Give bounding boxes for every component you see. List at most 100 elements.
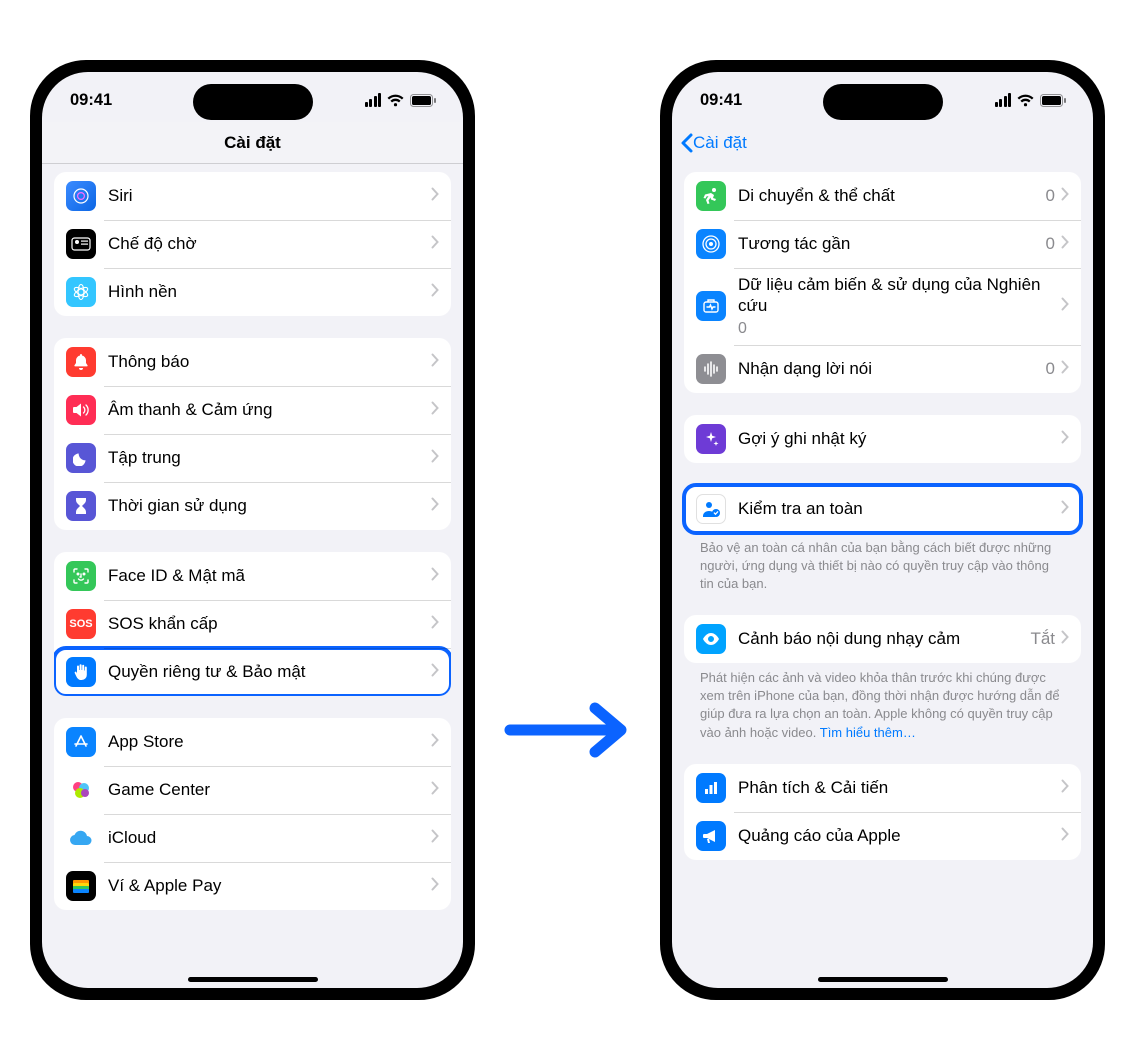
nav-bar: Cài đặt (42, 122, 463, 164)
learn-more-link[interactable]: Tìm hiểu thêm… (820, 725, 916, 740)
home-indicator[interactable] (818, 977, 948, 982)
chevron-right-icon (431, 282, 439, 302)
sos-icon: SOS (66, 609, 96, 639)
row-label: Dữ liệu cảm biến & sử dụng của Nghiên cứ… (738, 274, 1061, 339)
privacy-list-right[interactable]: Di chuyển & thể chất 0 Tương tác gần 0 D… (672, 164, 1093, 988)
chevron-right-icon (431, 400, 439, 420)
row-analytics[interactable]: Phân tích & Cải tiến (684, 764, 1081, 812)
phone-right: 09:41 Cài đặt Di chuyển & thể chất 0 (660, 60, 1105, 1000)
row-label: Chế độ chờ (108, 233, 431, 254)
row-sounds[interactable]: Âm thanh & Cảm ứng (54, 386, 451, 434)
home-indicator[interactable] (188, 977, 318, 982)
chart-icon (696, 773, 726, 803)
row-faceid[interactable]: Face ID & Mật mã (54, 552, 451, 600)
cellular-icon (365, 93, 382, 107)
chevron-right-icon (431, 662, 439, 682)
row-label: Quảng cáo của Apple (738, 825, 1061, 846)
research-icon (696, 291, 726, 321)
settings-list-left[interactable]: Siri Chế độ chờ Hình nền Thông báo (42, 164, 463, 988)
chevron-right-icon (431, 876, 439, 896)
row-sos[interactable]: SOS SOS khẩn cấp (54, 600, 451, 648)
privacy-group: Phân tích & Cải tiến Quảng cáo của Apple (684, 764, 1081, 860)
chevron-right-icon (1061, 826, 1069, 846)
group-footer: Bảo vệ an toàn cá nhân của bạn bằng cách… (684, 533, 1081, 594)
row-label: Tập trung (108, 447, 431, 468)
chevron-right-icon (431, 780, 439, 800)
row-standby[interactable]: Chế độ chờ (54, 220, 451, 268)
person-check-icon (696, 494, 726, 524)
row-label: Cảnh báo nội dung nhạy cảm (738, 628, 1030, 649)
row-research[interactable]: Dữ liệu cảm biến & sử dụng của Nghiên cứ… (684, 268, 1081, 345)
nav-bar: Cài đặt (672, 122, 1093, 164)
chevron-right-icon (431, 234, 439, 254)
chevron-right-icon (1061, 234, 1069, 254)
row-label: Nhận dạng lời nói (738, 358, 1046, 379)
row-notifications[interactable]: Thông báo (54, 338, 451, 386)
row-safety-check[interactable]: Kiểm tra an toàn (684, 485, 1081, 533)
row-motion[interactable]: Di chuyển & thể chất 0 (684, 172, 1081, 220)
screen-right: 09:41 Cài đặt Di chuyển & thể chất 0 (672, 72, 1093, 988)
waveform-icon (696, 354, 726, 384)
screen-left: 09:41 Cài đặt Siri Chế độ chờ (42, 72, 463, 988)
speaker-icon (66, 395, 96, 425)
row-detail: 0 (1046, 359, 1055, 379)
phone-left: 09:41 Cài đặt Siri Chế độ chờ (30, 60, 475, 1000)
nearby-icon (696, 229, 726, 259)
row-ads[interactable]: Quảng cáo của Apple (684, 812, 1081, 860)
row-detail: Tắt (1030, 629, 1055, 649)
privacy-group: Di chuyển & thể chất 0 Tương tác gần 0 D… (684, 172, 1081, 393)
row-gamecenter[interactable]: Game Center (54, 766, 451, 814)
row-speech[interactable]: Nhận dạng lời nói 0 (684, 345, 1081, 393)
row-nearby[interactable]: Tương tác gần 0 (684, 220, 1081, 268)
row-label: Thời gian sử dụng (108, 495, 431, 516)
row-screentime[interactable]: Thời gian sử dụng (54, 482, 451, 530)
row-label: App Store (108, 731, 431, 752)
row-label: Game Center (108, 779, 431, 800)
row-label: Ví & Apple Pay (108, 875, 431, 896)
row-label: Âm thanh & Cảm ứng (108, 399, 431, 420)
row-journal[interactable]: Gợi ý ghi nhật ký (684, 415, 1081, 463)
chevron-right-icon (431, 828, 439, 848)
row-label: Hình nền (108, 281, 431, 302)
row-label: Face ID & Mật mã (108, 565, 431, 586)
hourglass-icon (66, 491, 96, 521)
row-label: Tương tác gần (738, 233, 1046, 254)
sparkle-icon (696, 424, 726, 454)
row-wallpaper[interactable]: Hình nền (54, 268, 451, 316)
chevron-right-icon (1061, 359, 1069, 379)
gamecenter-icon (66, 775, 96, 805)
moon-icon (66, 443, 96, 473)
privacy-group: Gợi ý ghi nhật ký (684, 415, 1081, 463)
row-label: SOS khẩn cấp (108, 613, 431, 634)
arrow-right-icon (500, 700, 640, 765)
chevron-right-icon (431, 448, 439, 468)
nav-title: Cài đặt (224, 133, 281, 153)
back-button[interactable]: Cài đặt (680, 132, 747, 154)
row-wallet[interactable]: Ví & Apple Pay (54, 862, 451, 910)
faceid-icon (66, 561, 96, 591)
settings-group: Thông báo Âm thanh & Cảm ứng Tập trung T… (54, 338, 451, 530)
dynamic-island (193, 84, 313, 120)
row-privacy[interactable]: Quyền riêng tư & Bảo mật (54, 648, 451, 696)
standby-icon (66, 229, 96, 259)
wifi-icon (387, 94, 404, 107)
row-label: Thông báo (108, 351, 431, 372)
status-time: 09:41 (70, 91, 112, 110)
status-icons (365, 93, 438, 107)
chevron-right-icon (431, 614, 439, 634)
row-sensitive[interactable]: Cảnh báo nội dung nhạy cảm Tắt (684, 615, 1081, 663)
wallet-icon (66, 871, 96, 901)
chevron-right-icon (431, 186, 439, 206)
row-appstore[interactable]: App Store (54, 718, 451, 766)
row-detail: 0 (1046, 186, 1055, 206)
appstore-icon (66, 727, 96, 757)
icloud-icon (66, 823, 96, 853)
row-label: Di chuyển & thể chất (738, 185, 1046, 206)
row-icloud[interactable]: iCloud (54, 814, 451, 862)
battery-icon (410, 94, 437, 107)
chevron-right-icon (431, 566, 439, 586)
row-label: Siri (108, 185, 431, 206)
chevron-right-icon (1061, 499, 1069, 519)
row-focus[interactable]: Tập trung (54, 434, 451, 482)
row-siri[interactable]: Siri (54, 172, 451, 220)
